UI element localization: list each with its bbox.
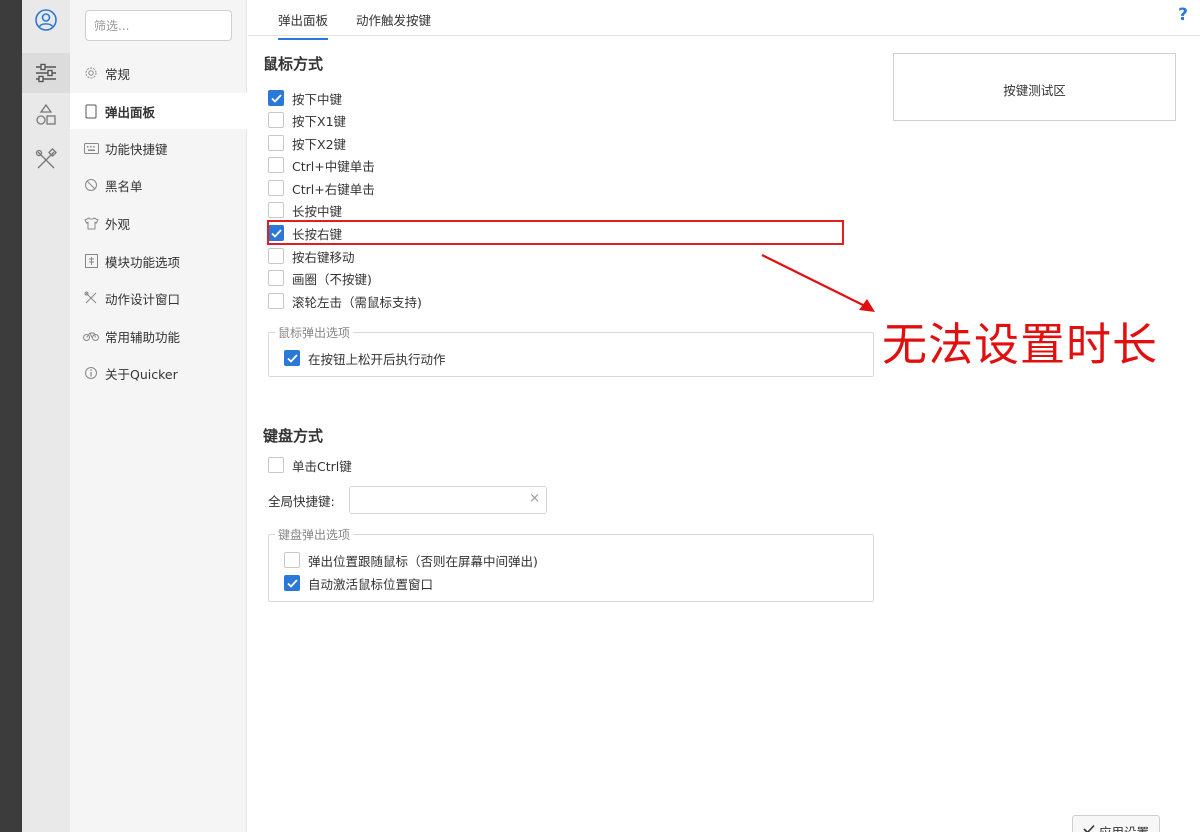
option-release-on-button[interactable]: 在按钮上松开后执行动作 bbox=[284, 347, 446, 369]
checkbox-label: 长按中键 bbox=[292, 203, 343, 219]
filter-input[interactable] bbox=[85, 10, 232, 41]
mouse-option-x2[interactable]: 按下X2键 bbox=[268, 132, 346, 154]
tools-icon bbox=[82, 289, 100, 307]
checkbox[interactable] bbox=[268, 157, 284, 173]
gear-icon bbox=[82, 64, 100, 82]
highlight-box bbox=[267, 220, 844, 245]
checkbox-label: 按右键移动 bbox=[292, 249, 355, 265]
bike-icon bbox=[82, 327, 100, 345]
checkbox-label: 弹出位置跟随鼠标（否则在屏幕中间弹出) bbox=[308, 553, 538, 569]
checkbox[interactable] bbox=[268, 90, 284, 106]
ban-icon bbox=[82, 176, 100, 194]
nav-item-action-design[interactable]: 动作设计窗口 bbox=[70, 280, 247, 316]
checkbox-label: 滚轮左击（需鼠标支持) bbox=[292, 294, 422, 310]
keyboard-icon bbox=[82, 139, 100, 157]
nav-item-label: 模块功能选项 bbox=[105, 254, 181, 270]
checkbox[interactable] bbox=[268, 457, 284, 473]
tools-icon[interactable] bbox=[22, 140, 70, 180]
mouse-option-ctrl-right[interactable]: Ctrl+右键单击 bbox=[268, 177, 375, 199]
info-icon bbox=[82, 364, 100, 382]
apply-settings-button[interactable]: 应用设置 bbox=[1072, 815, 1160, 832]
group-legend: 键盘弹出选项 bbox=[275, 526, 354, 543]
nav-item-label: 常规 bbox=[105, 66, 131, 82]
annotation-arrow bbox=[761, 254, 875, 312]
shirt-icon bbox=[82, 214, 100, 232]
checkbox-label: 单击Ctrl键 bbox=[292, 458, 352, 474]
mouse-option-long-middle[interactable]: 长按中键 bbox=[268, 199, 342, 221]
nav-panel: 常规 弹出面板 功能快捷键 黑名单 外观 模块功能选项 动作设计窗口 常用辅助 bbox=[70, 0, 247, 832]
checkbox-label: 自动激活鼠标位置窗口 bbox=[308, 576, 434, 592]
nav-item-label: 弹出面板 bbox=[105, 104, 156, 120]
nav-item-label: 外观 bbox=[105, 216, 131, 232]
keyboard-option-single-ctrl[interactable]: 单击Ctrl键 bbox=[268, 454, 352, 476]
nav-item-module-options[interactable]: 模块功能选项 bbox=[70, 243, 247, 279]
nav-item-hotkeys[interactable]: 功能快捷键 bbox=[70, 130, 247, 166]
tab-action-trigger-keys[interactable]: 动作触发按键 bbox=[356, 10, 431, 38]
mouse-section-title: 鼠标方式 bbox=[263, 55, 324, 73]
user-icon[interactable] bbox=[22, 0, 70, 40]
checkbox[interactable] bbox=[268, 112, 284, 128]
nav-item-general[interactable]: 常规 bbox=[70, 55, 247, 91]
option-activate-window[interactable]: 自动激活鼠标位置窗口 bbox=[284, 572, 433, 594]
mouse-option-ctrl-middle[interactable]: Ctrl+中键单击 bbox=[268, 154, 375, 176]
checkbox[interactable] bbox=[268, 293, 284, 309]
nav-item-label: 动作设计窗口 bbox=[105, 291, 181, 307]
apply-settings-label: 应用设置 bbox=[1099, 822, 1149, 832]
settings-sliders-icon[interactable] bbox=[22, 53, 70, 93]
tab-bar: 弹出面板 动作触发按键 ? bbox=[248, 0, 1200, 40]
checkbox-label: 画圈（不按键) bbox=[292, 271, 372, 287]
keyboard-section-title: 键盘方式 bbox=[263, 427, 324, 445]
checkbox[interactable] bbox=[268, 202, 284, 218]
help-button[interactable]: ? bbox=[1178, 5, 1188, 25]
nav-item-label: 常用辅助功能 bbox=[105, 329, 181, 345]
nav-item-blacklist[interactable]: 黑名单 bbox=[70, 167, 247, 203]
nav-item-popup-panel[interactable]: 弹出面板 bbox=[70, 93, 247, 129]
checkbox[interactable] bbox=[268, 270, 284, 286]
panel-icon bbox=[82, 102, 100, 120]
checkbox-label: 按下X2键 bbox=[292, 136, 347, 152]
checkbox[interactable] bbox=[268, 135, 284, 151]
nav-item-label: 关于Quicker bbox=[105, 366, 178, 382]
checkbox[interactable] bbox=[284, 575, 300, 591]
keyboard-popup-options-group: 键盘弹出选项 弹出位置跟随鼠标（否则在屏幕中间弹出) 自动激活鼠标位置窗口 bbox=[268, 526, 874, 602]
mouse-option-x1[interactable]: 按下X1键 bbox=[268, 109, 346, 131]
key-test-area[interactable]: 按键测试区 bbox=[893, 53, 1176, 121]
checkbox[interactable] bbox=[284, 350, 300, 366]
group-legend: 鼠标弹出选项 bbox=[275, 324, 354, 341]
mouse-option-middle-click[interactable]: 按下中键 bbox=[268, 87, 342, 109]
checkbox-label: 按下中键 bbox=[292, 91, 343, 107]
checkbox[interactable] bbox=[268, 180, 284, 196]
mouse-option-right-drag[interactable]: 按右键移动 bbox=[268, 245, 355, 267]
mouse-popup-options-group: 鼠标弹出选项 在按钮上松开后执行动作 bbox=[268, 324, 874, 377]
checkbox-label: Ctrl+右键单击 bbox=[292, 181, 375, 197]
nav-item-label: 功能快捷键 bbox=[105, 141, 168, 157]
nav-item-about[interactable]: 关于Quicker bbox=[70, 355, 247, 391]
shapes-icon[interactable] bbox=[22, 95, 70, 135]
global-hotkey-label: 全局快捷键: bbox=[268, 494, 335, 509]
checkbox-label: Ctrl+中键单击 bbox=[292, 158, 375, 174]
settings-window: 常规 弹出面板 功能快捷键 黑名单 外观 模块功能选项 动作设计窗口 常用辅助 bbox=[22, 0, 1200, 832]
key-test-area-label: 按键测试区 bbox=[1003, 83, 1066, 98]
check-icon bbox=[1083, 822, 1095, 832]
mouse-option-circle[interactable]: 画圈（不按键) bbox=[268, 267, 372, 289]
module-icon bbox=[82, 252, 100, 270]
nav-item-label: 黑名单 bbox=[105, 178, 143, 194]
checkbox[interactable] bbox=[268, 248, 284, 264]
nav-item-appearance[interactable]: 外观 bbox=[70, 205, 247, 241]
option-follow-mouse[interactable]: 弹出位置跟随鼠标（否则在屏幕中间弹出) bbox=[284, 549, 538, 571]
global-hotkey-input[interactable]: × bbox=[349, 486, 547, 514]
checkbox[interactable] bbox=[284, 552, 300, 568]
clear-icon[interactable]: × bbox=[529, 491, 540, 506]
icon-bar bbox=[22, 0, 70, 832]
checkbox-label: 在按钮上松开后执行动作 bbox=[308, 351, 446, 367]
mouse-option-wheel-left[interactable]: 滚轮左击（需鼠标支持) bbox=[268, 290, 422, 312]
nav-item-assist[interactable]: 常用辅助功能 bbox=[70, 318, 247, 354]
checkbox-label: 按下X1键 bbox=[292, 113, 347, 129]
annotation-text: 无法设置时长 bbox=[882, 318, 1159, 371]
tab-popup-panel[interactable]: 弹出面板 bbox=[278, 10, 329, 40]
